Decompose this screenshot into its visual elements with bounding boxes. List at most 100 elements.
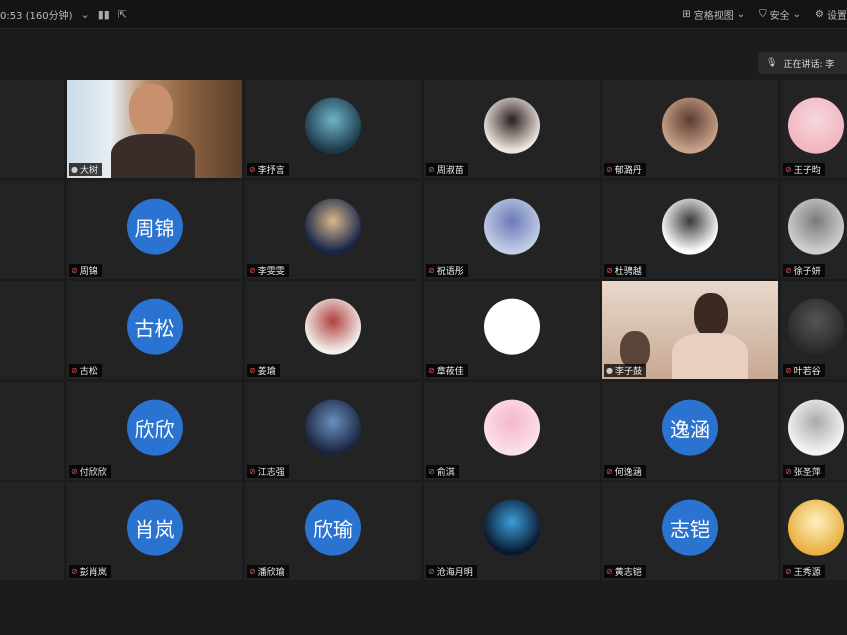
participant-name: 江志强 bbox=[257, 468, 285, 478]
security-button[interactable]: ⛉ 安全 ⌄ bbox=[759, 7, 801, 22]
mic-muted-icon: ⊘ bbox=[428, 567, 435, 576]
participant-tile[interactable]: ⊘ 江志强 bbox=[245, 382, 421, 480]
participant-tile[interactable]: 欣瑜 ⊘ 潘欣瑜 bbox=[245, 482, 421, 580]
avatar: 周锦 bbox=[126, 198, 183, 255]
avatar: 肖岚 bbox=[126, 499, 183, 556]
participant-tile[interactable]: 逸涵 ⊘ 何逸涵 bbox=[602, 382, 778, 480]
grid-view-label: 宫格视图 bbox=[693, 10, 734, 22]
participant-name-tag: ⊘ 古松 bbox=[69, 364, 102, 377]
participant-name: 姜瑜 bbox=[257, 367, 276, 377]
participant-tile[interactable]: ⊘ 叶若谷 bbox=[781, 281, 847, 379]
participant-name-tag: ⊘ 杜骋越 bbox=[604, 264, 646, 277]
participant-name: 大树 bbox=[79, 166, 98, 176]
mic-muted-icon: ⊘ bbox=[428, 366, 435, 375]
participant-tile[interactable]: ⊘ 俞淇 bbox=[424, 382, 600, 480]
participant-name: 周淑苗 bbox=[436, 166, 464, 176]
avatar: 欣瑜 bbox=[305, 499, 361, 556]
participant-tile[interactable]: ⊘ 徐子妍 bbox=[781, 181, 847, 279]
participant-name-tag: ⊘ 付欣欣 bbox=[69, 465, 111, 478]
grid-view-button[interactable]: ⊞ 宫格视图 ⌄ bbox=[682, 7, 745, 22]
mic-muted-icon: ⊘ bbox=[249, 567, 256, 576]
participant-tile[interactable]: ⊘ 张圣萍 bbox=[781, 382, 847, 480]
avatar bbox=[484, 399, 540, 456]
participant-tile[interactable]: ⊘ 王子昀 bbox=[781, 80, 847, 178]
participant-tile[interactable]: ⊘ 王秀源 bbox=[781, 482, 847, 580]
participant-name: 俞淇 bbox=[436, 468, 455, 478]
avatar: 古松 bbox=[126, 298, 183, 355]
settings-button[interactable]: ⚙ 设置 bbox=[815, 7, 847, 22]
participant-name-tag: ⊘ 叶若谷 bbox=[783, 364, 825, 377]
participant-name-tag: ⊘ 郁潞丹 bbox=[604, 163, 646, 176]
participant-name-tag: ⊘ 李抒言 bbox=[247, 163, 289, 176]
mic-muted-icon: ⊘ bbox=[606, 266, 613, 275]
partial-tile[interactable] bbox=[0, 382, 64, 480]
avatar bbox=[788, 399, 844, 456]
participant-name: 郁潞丹 bbox=[614, 166, 642, 176]
mic-muted-icon: ⊘ bbox=[606, 165, 613, 174]
participant-name: 李抒言 bbox=[257, 166, 285, 176]
participant-name-tag: ⊘ 姜瑜 bbox=[247, 364, 280, 377]
participant-name: 王子昀 bbox=[793, 166, 821, 176]
avatar bbox=[788, 499, 844, 556]
participant-tile[interactable]: ⊘ 周淑苗 bbox=[424, 80, 600, 178]
mic-muted-icon: ⊘ bbox=[785, 266, 792, 275]
mic-muted-icon: ⊘ bbox=[428, 467, 435, 476]
top-bar: 0:53 (160分钟) ⌄ ▮▮ ⇱ ⊞ 宫格视图 ⌄ ⛉ 安全 ⌄ ⚙ 设置 bbox=[0, 0, 847, 29]
participant-tile[interactable]: ⊘ 祝语彤 bbox=[424, 181, 600, 279]
partial-tile[interactable] bbox=[0, 181, 64, 279]
participant-tile[interactable]: ⊘ 沧海月明 bbox=[424, 482, 600, 580]
share-out-icon[interactable]: ⇱ bbox=[118, 8, 127, 21]
participant-tile[interactable]: ● 李子鼓 bbox=[602, 281, 778, 379]
participant-tile[interactable]: ⊘ 姜瑜 bbox=[245, 281, 421, 379]
participant-grid: ● 大树 ⊘ 李抒言 ⊘ 周淑苗 ⊘ 郁潞丹 ⊘ 王子昀 周锦 ⊘ 周锦 ⊘ 李雯雯 ⊘ 祝语彤 ⊘ 杜骋越 ⊘ 徐子妍… bbox=[0, 80, 847, 580]
mic-muted-icon: ⊘ bbox=[71, 567, 78, 576]
participant-tile[interactable]: ⊘ 章莜佳 bbox=[424, 281, 600, 379]
participant-tile[interactable]: 肖岚 ⊘ 彭肖岚 bbox=[67, 482, 242, 580]
participant-name-tag: ⊘ 祝语彤 bbox=[426, 264, 468, 277]
partial-tile[interactable] bbox=[0, 281, 64, 379]
participant-name-tag: ⊘ 沧海月明 bbox=[426, 565, 477, 578]
avatar bbox=[484, 97, 540, 154]
mic-muted-icon: ⊘ bbox=[249, 266, 256, 275]
participant-name-tag: ⊘ 何逸涵 bbox=[604, 465, 646, 478]
participant-tile[interactable]: 欣欣 ⊘ 付欣欣 bbox=[67, 382, 242, 480]
participant-tile[interactable]: ⊘ 郁潞丹 bbox=[602, 80, 778, 178]
signal-icon[interactable]: ▮▮ bbox=[98, 8, 110, 21]
mic-muted-icon: ⊘ bbox=[71, 467, 78, 476]
participant-tile[interactable]: 志铠 ⊘ 黄志铠 bbox=[602, 482, 778, 580]
avatar bbox=[484, 198, 540, 255]
partial-tile[interactable] bbox=[0, 482, 64, 580]
avatar: 志铠 bbox=[662, 499, 718, 556]
meeting-info: 0:53 (160分钟) ⌄ ▮▮ ⇱ bbox=[0, 0, 127, 28]
mic-muted-icon: ⊘ bbox=[428, 165, 435, 174]
participant-tile[interactable]: ⊘ 李抒言 bbox=[245, 80, 421, 178]
participant-name: 周锦 bbox=[79, 267, 98, 277]
participant-tile[interactable]: 周锦 ⊘ 周锦 bbox=[67, 181, 242, 279]
participant-name-tag: ⊘ 周锦 bbox=[69, 264, 102, 277]
participant-name: 何逸涵 bbox=[614, 468, 642, 478]
avatar bbox=[305, 399, 361, 456]
participant-name-tag: ⊘ 彭肖岚 bbox=[69, 565, 111, 578]
security-label: 安全 bbox=[769, 10, 790, 22]
chevron-down-icon[interactable]: ⌄ bbox=[81, 8, 90, 21]
participant-name: 古松 bbox=[79, 367, 98, 377]
participant-name: 沧海月明 bbox=[436, 568, 473, 578]
speaking-label: 正在讲话: 李 bbox=[783, 59, 835, 70]
partial-tile[interactable] bbox=[0, 80, 64, 178]
mic-muted-icon: ⊘ bbox=[785, 567, 792, 576]
participant-name: 李雯雯 bbox=[257, 267, 285, 277]
participant-name: 王秀源 bbox=[793, 568, 821, 578]
avatar bbox=[662, 97, 718, 154]
avatar bbox=[305, 298, 361, 355]
participant-name: 祝语彤 bbox=[436, 267, 464, 277]
top-controls: ⊞ 宫格视图 ⌄ ⛉ 安全 ⌄ ⚙ 设置 bbox=[682, 0, 847, 28]
participant-tile[interactable]: 古松 ⊘ 古松 bbox=[67, 281, 242, 379]
participant-tile[interactable]: ⊘ 杜骋越 bbox=[602, 181, 778, 279]
participant-tile[interactable]: ● 大树 bbox=[67, 80, 242, 178]
avatar bbox=[662, 198, 718, 255]
participant-name: 潘欣瑜 bbox=[257, 568, 285, 578]
participant-name-tag: ⊘ 俞淇 bbox=[426, 465, 459, 478]
participant-name-tag: ⊘ 张圣萍 bbox=[783, 465, 825, 478]
participant-name-tag: ⊘ 李雯雯 bbox=[247, 264, 289, 277]
participant-tile[interactable]: ⊘ 李雯雯 bbox=[245, 181, 421, 279]
